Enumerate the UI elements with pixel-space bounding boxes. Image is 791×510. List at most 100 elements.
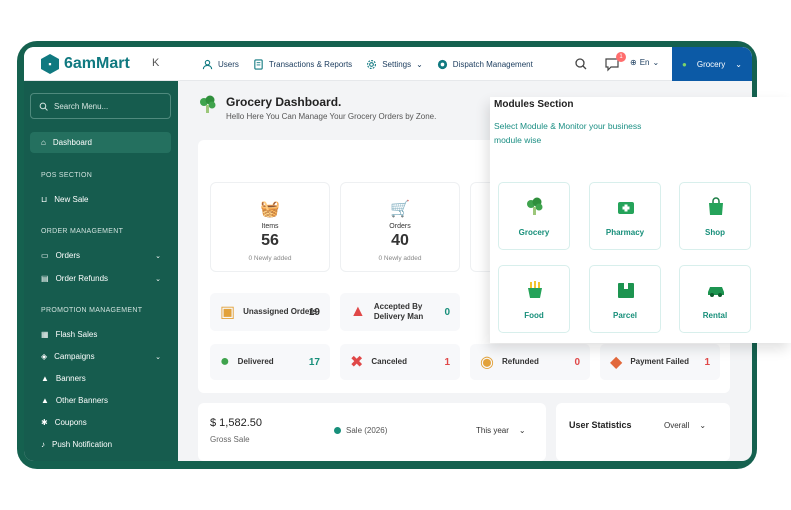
- nav-settings[interactable]: Settings ⌄: [366, 59, 423, 70]
- parcel-icon: [618, 283, 634, 298]
- search-icon[interactable]: [573, 56, 589, 72]
- logo-text: 6amMart: [64, 55, 130, 72]
- stat-orders[interactable]: 🛒 Orders 40 0 Newly added: [340, 182, 460, 272]
- car-icon: [708, 287, 724, 297]
- chevron-down-icon: ⌄: [735, 59, 742, 69]
- module-food[interactable]: Food: [498, 265, 570, 333]
- cart-icon: ▭: [41, 251, 49, 260]
- messages-button[interactable]: 1: [604, 52, 626, 72]
- nav-transactions[interactable]: Transactions & Reports: [253, 58, 352, 70]
- collapse-sidebar-icon[interactable]: K: [152, 57, 159, 69]
- module-grocery[interactable]: Grocery: [498, 182, 570, 250]
- sidebar-item-new-sale[interactable]: ⊔ New Sale: [41, 195, 161, 204]
- module-rental[interactable]: Rental: [679, 265, 751, 333]
- status-refunded[interactable]: ◉ Refunded 0: [470, 344, 590, 380]
- coupon-icon: ✱: [41, 418, 48, 427]
- sidebar-search-placeholder: Search Menu...: [54, 101, 109, 111]
- module-label: Food: [524, 311, 544, 320]
- gross-sale-label: Gross Sale: [210, 435, 250, 444]
- sidebar-item-label: Orders: [55, 251, 81, 260]
- sidebar-item-label: Order Refunds: [55, 274, 109, 283]
- cart-icon: 🛒: [390, 201, 410, 218]
- sidebar-item-label: Banners: [55, 374, 86, 383]
- sidebar-item-label: Flash Sales: [55, 330, 98, 339]
- grid-icon: ▦: [41, 330, 49, 339]
- modules-title: Modules Section: [494, 99, 574, 110]
- gross-sale-amount: $ 1,582.50: [210, 417, 262, 429]
- refund-icon: ◉: [480, 354, 494, 371]
- chart-legend: Sale (2026): [334, 426, 387, 435]
- status-label: Unassigned Orders: [243, 307, 317, 316]
- status-payment-failed[interactable]: ◆ Payment Failed 1: [600, 344, 720, 380]
- language-label: En: [639, 58, 650, 67]
- items-icon: 🧺: [260, 201, 280, 218]
- sidebar-section-orders: ORDER MANAGEMENT: [41, 228, 124, 235]
- stat-sub: 0 Newly added: [378, 255, 422, 262]
- nav-dispatch[interactable]: Dispatch Management: [437, 59, 533, 70]
- nav-users[interactable]: Users: [202, 59, 239, 70]
- status-unassigned[interactable]: ▣ Unassigned Orders 19: [210, 293, 330, 331]
- stat-label: Items: [261, 223, 279, 230]
- user-icon: [202, 59, 213, 69]
- chevron-down-icon: ⌄: [155, 353, 161, 361]
- shopping-bag-icon: [709, 197, 723, 215]
- module-label: Rental: [702, 311, 728, 320]
- legend-label: Sale (2026): [346, 426, 388, 435]
- module-select-label: Grocery: [696, 59, 726, 69]
- stat-items[interactable]: 🧺 Items 56 0 Newly added: [210, 182, 330, 272]
- modules-description: Select Module & Monitor your business mo…: [494, 121, 642, 145]
- legend-dot-icon: [334, 427, 341, 434]
- sidebar-item-coupons[interactable]: ✱ Coupons: [41, 418, 161, 427]
- module-label: Shop: [705, 228, 725, 237]
- globe-icon: ⊕: [630, 58, 637, 67]
- sidebar-item-banners[interactable]: ▲ Banners: [41, 374, 161, 383]
- bell-icon: ♪: [41, 440, 45, 449]
- filter-label: Overall: [664, 421, 690, 430]
- cancel-icon: ✖: [350, 354, 364, 371]
- sidebar-search-input[interactable]: Search Menu...: [30, 93, 171, 119]
- sidebar-item-label: Dashboard: [52, 138, 92, 147]
- period-select[interactable]: This year ⌄: [476, 426, 526, 435]
- module-shop[interactable]: Shop: [679, 182, 751, 250]
- sidebar-item-dashboard[interactable]: ⌂ Dashboard: [41, 138, 161, 147]
- language-select[interactable]: ⊕ En ⌄: [630, 58, 659, 67]
- sidebar-item-order-refunds[interactable]: ▤ Order Refunds ⌄: [41, 274, 161, 283]
- logo[interactable]: ▪ 6amMart: [41, 54, 130, 74]
- module-select-button[interactable]: ● Grocery ⌄: [672, 47, 752, 81]
- sidebar-section-promotion: PROMOTION MANAGEMENT: [41, 307, 143, 314]
- status-label: Canceled: [371, 357, 407, 366]
- module-label: Grocery: [518, 228, 550, 237]
- refund-icon: ▤: [41, 274, 49, 283]
- sidebar-item-label: Campaigns: [54, 352, 95, 361]
- sidebar-item-label: New Sale: [54, 195, 89, 204]
- status-canceled[interactable]: ✖ Canceled 1: [340, 344, 460, 380]
- gear-icon: [367, 59, 377, 69]
- module-label: Pharmacy: [605, 228, 645, 237]
- module-parcel[interactable]: Parcel: [589, 265, 661, 333]
- sidebar-item-other-banners[interactable]: ▲ Other Banners: [41, 396, 161, 405]
- status-accepted[interactable]: ▲ Accepted By Delivery Man 0: [340, 293, 460, 331]
- user-stats-filter[interactable]: Overall ⌄: [664, 421, 706, 430]
- status-label: Delivered: [237, 357, 274, 366]
- status-value: 1: [444, 356, 450, 368]
- broccoli-icon: [200, 95, 216, 113]
- delivery-man-icon: ▲: [350, 303, 366, 320]
- sidebar-item-orders[interactable]: ▭ Orders ⌄: [41, 251, 161, 260]
- sidebar-item-push-notification[interactable]: ♪ Push Notification: [41, 440, 161, 449]
- message-count-badge: 1: [616, 52, 626, 62]
- top-nav: Users Transactions & Reports Settings ⌄ …: [202, 47, 533, 81]
- page-subtitle: Hello Here You Can Manage Your Grocery O…: [226, 112, 437, 121]
- user-statistics-title: User Statistics: [569, 420, 632, 430]
- dispatch-icon: [437, 59, 447, 69]
- sidebar-item-campaigns[interactable]: ◈ Campaigns ⌄: [41, 352, 161, 361]
- module-pharmacy[interactable]: Pharmacy: [589, 182, 661, 250]
- status-delivered[interactable]: ● Delivered 17: [210, 344, 330, 380]
- sidebar: Search Menu... ⌂ Dashboard POS SECTION ⊔ N…: [24, 81, 178, 461]
- status-value: 1: [704, 356, 710, 368]
- chevron-down-icon: ⌄: [518, 426, 526, 435]
- sidebar-item-flash-sales[interactable]: ▦ Flash Sales: [41, 330, 161, 339]
- stat-value: 40: [391, 232, 409, 249]
- report-icon: [254, 58, 263, 70]
- period-label: This year: [476, 426, 509, 435]
- delivered-icon: ●: [220, 353, 230, 370]
